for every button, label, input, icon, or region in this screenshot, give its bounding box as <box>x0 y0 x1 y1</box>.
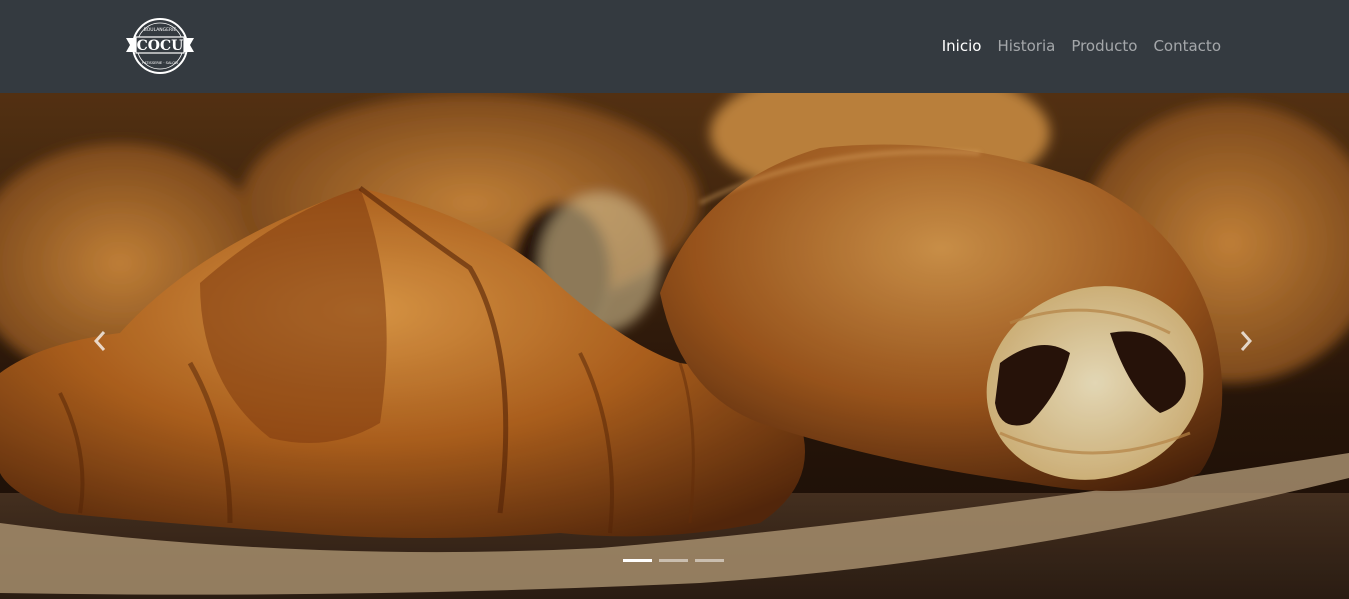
carousel-indicators <box>623 559 724 562</box>
cocu-logo-icon: COCU BOULANGERIE PATISSERIE · SALON <box>126 18 194 74</box>
hero-carousel <box>0 93 1349 599</box>
brand-ring-top: BOULANGERIE <box>144 27 177 33</box>
carousel-next-button[interactable] <box>1226 321 1266 361</box>
brand-ring-bottom: PATISSERIE · SALON <box>142 61 178 65</box>
carousel-prev-button[interactable] <box>80 321 120 361</box>
chevron-right-icon <box>1240 331 1253 351</box>
carousel-indicator-3[interactable] <box>695 559 724 562</box>
chevron-left-icon <box>93 331 106 351</box>
carousel-indicator-1[interactable] <box>623 559 652 562</box>
main-nav: Inicio Historia Producto Contacto <box>942 36 1221 56</box>
brand-logo[interactable]: COCU BOULANGERIE PATISSERIE · SALON <box>124 17 196 75</box>
nav-inicio[interactable]: Inicio <box>942 36 982 56</box>
nav-contacto[interactable]: Contacto <box>1153 36 1221 56</box>
nav-historia[interactable]: Historia <box>997 36 1055 56</box>
navbar: COCU BOULANGERIE PATISSERIE · SALON Inic… <box>0 0 1349 93</box>
pastry-photo <box>0 93 1349 599</box>
nav-producto[interactable]: Producto <box>1071 36 1137 56</box>
brand-name: COCU <box>137 38 184 54</box>
carousel-indicator-2[interactable] <box>659 559 688 562</box>
